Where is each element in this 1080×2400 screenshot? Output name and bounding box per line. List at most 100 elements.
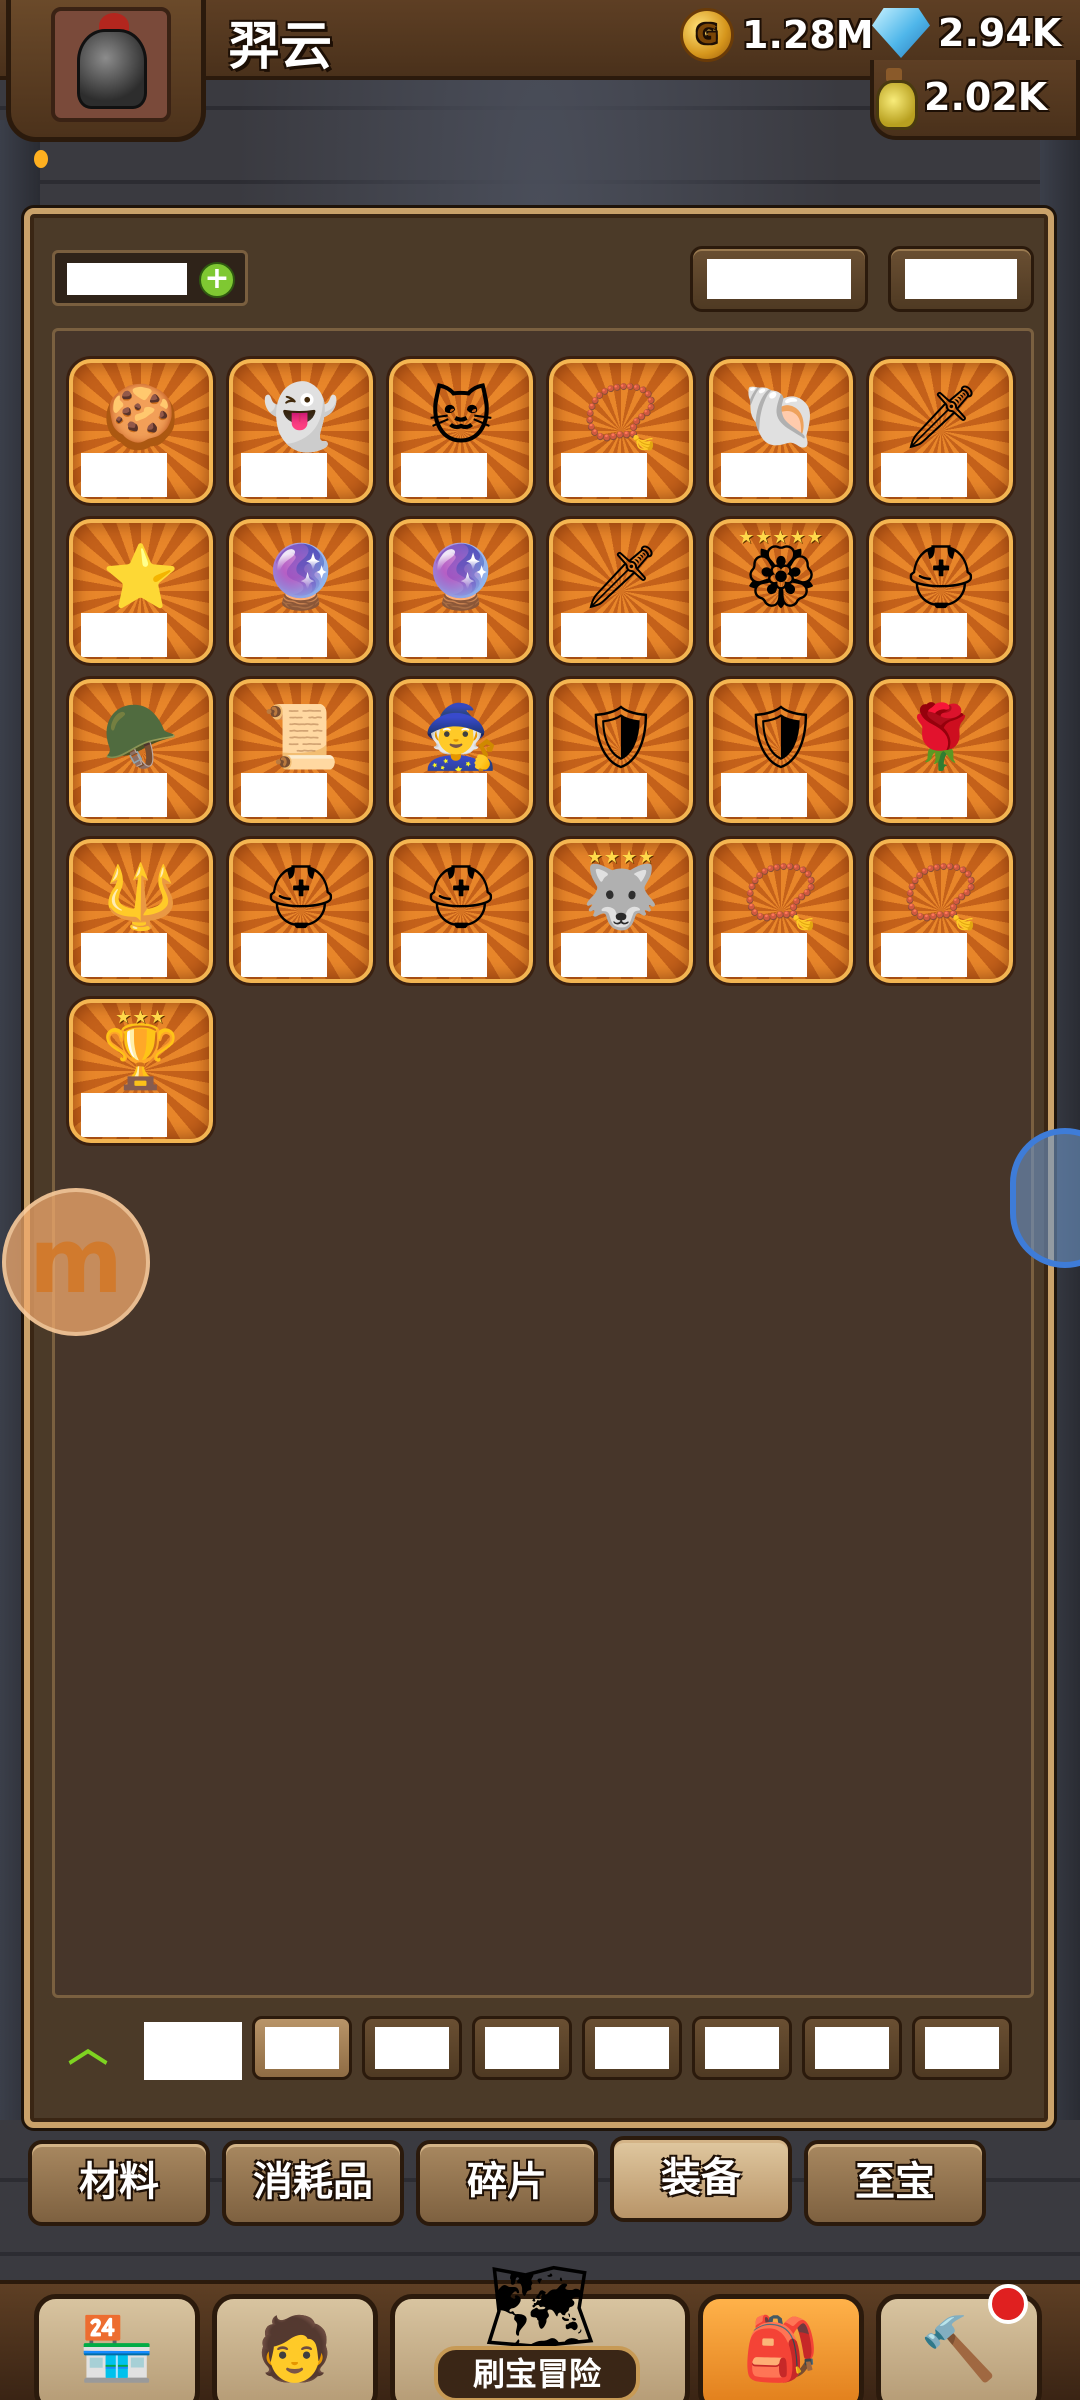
- inventory-slot[interactable]: 🍪: [69, 359, 213, 503]
- item-level-tag: [561, 453, 647, 497]
- inventory-slot[interactable]: 🐺 ★★★★: [549, 839, 693, 983]
- inventory-slot[interactable]: 🐚: [709, 359, 853, 503]
- search-field[interactable]: [67, 263, 187, 295]
- category-tab-3[interactable]: 装备: [610, 2136, 792, 2222]
- avatar[interactable]: [51, 7, 171, 122]
- search-box[interactable]: +: [52, 250, 248, 306]
- inventory-panel: + 🍪 👻 🐱 📿 🐚 🗡 ⭐ 🔮 🔮 🗡 🏵 ★★★★★ ⛑ 🪖 📜 🧙 🛡 🛡 🌹 🔱 ⛑ ⛑ 🐺 ★★★★ 📿 📿 🏆 ★★★ …: [24, 208, 1054, 2128]
- category-tab-0[interactable]: 材料: [28, 2140, 210, 2226]
- category-tabs: 材料 消耗品 碎片 装备 至宝: [28, 2136, 1058, 2230]
- plus-icon[interactable]: +: [199, 262, 235, 298]
- inventory-slot[interactable]: 🪖: [69, 679, 213, 823]
- inventory-slot[interactable]: 🏆 ★★★: [69, 999, 213, 1143]
- item-level-tag: [721, 453, 807, 497]
- star-rating: ★★★★: [586, 847, 656, 868]
- golden-goblet-icon: 🏆: [102, 1020, 180, 1093]
- page-tab-label: [815, 2027, 889, 2069]
- item-level-tag: [561, 773, 647, 817]
- category-tab-2[interactable]: 碎片: [416, 2140, 598, 2226]
- inventory-slot[interactable]: 📿: [869, 839, 1013, 983]
- inventory-slot[interactable]: 📜: [229, 679, 373, 823]
- gingerbread-icon: 🍪: [102, 380, 180, 453]
- page-tab-7[interactable]: [912, 2016, 1012, 2080]
- knight-helmet-icon: [77, 29, 147, 109]
- item-level-tag: [881, 933, 967, 977]
- item-level-tag: [881, 613, 967, 657]
- inventory-slot[interactable]: 🏵 ★★★★★: [709, 519, 853, 663]
- scroll-icon: 📜: [262, 700, 340, 773]
- inventory-grid: 🍪 👻 🐱 📿 🐚 🗡 ⭐ 🔮 🔮 🗡 🏵 ★★★★★ ⛑ 🪖 📜 🧙 🛡 🛡 🌹 🔱 ⛑ ⛑ 🐺 ★★★★ 📿 📿 🏆 ★★★: [52, 328, 1034, 1998]
- page-label: [144, 2022, 242, 2080]
- inventory-slot[interactable]: 📿: [709, 839, 853, 983]
- potion-value: 2.02K: [924, 75, 1048, 119]
- page-tab-label: [485, 2027, 559, 2069]
- filter-button[interactable]: [888, 246, 1034, 312]
- item-level-tag: [241, 613, 327, 657]
- gold-counter[interactable]: G 1.28M: [680, 8, 874, 62]
- knight-helmet-icon: ⛑: [421, 860, 501, 933]
- wolf-icon: 🐺: [582, 860, 660, 933]
- gem-counter[interactable]: 2.94K: [872, 8, 1061, 58]
- sort-button[interactable]: [690, 246, 868, 312]
- inventory-slot[interactable]: 🔱: [69, 839, 213, 983]
- page-tab-3[interactable]: [472, 2016, 572, 2080]
- category-tab-1[interactable]: 消耗品: [222, 2140, 404, 2226]
- amulet-icon: 📿: [582, 380, 660, 453]
- gold-value: 1.28M: [742, 13, 874, 57]
- crystal-staff-icon: 🔮: [262, 540, 340, 613]
- chevron-up-icon[interactable]: ︿: [68, 2028, 118, 2068]
- inventory-slot[interactable]: 🔮: [389, 519, 533, 663]
- inventory-slot[interactable]: ⛑: [229, 839, 373, 983]
- star-wand-icon: ⭐: [102, 540, 180, 613]
- shell-shield-icon: 🐚: [742, 380, 820, 453]
- floating-assistant-button[interactable]: m: [2, 1188, 150, 1336]
- inventory-slot[interactable]: 🛡: [709, 679, 853, 823]
- category-tab-4[interactable]: 至宝: [804, 2140, 986, 2226]
- gem-icon: [872, 8, 930, 58]
- page-tab-5[interactable]: [692, 2016, 792, 2080]
- inventory-slot[interactable]: 🔮: [229, 519, 373, 663]
- item-level-tag: [881, 453, 967, 497]
- page-bar: ︿: [52, 2014, 1042, 2086]
- inventory-slot[interactable]: 🗡: [549, 519, 693, 663]
- item-level-tag: [401, 613, 487, 657]
- player-name: 羿云: [228, 17, 333, 77]
- page-tab-label: [925, 2027, 999, 2069]
- potion-counter[interactable]: 2.02K: [872, 68, 1048, 130]
- inventory-slot[interactable]: ⛑: [389, 839, 533, 983]
- backpack-icon: 🎒: [742, 2312, 820, 2385]
- item-level-tag: [241, 773, 327, 817]
- inventory-slot[interactable]: 🌹: [869, 679, 1013, 823]
- inventory-slot[interactable]: 🗡: [869, 359, 1013, 503]
- potion-icon: [872, 68, 918, 130]
- backpack-button[interactable]: 🎒: [698, 2294, 864, 2400]
- page-tab-2[interactable]: [362, 2016, 462, 2080]
- inventory-slot[interactable]: 🧙: [389, 679, 533, 823]
- dark-armor-icon: 🛡: [581, 700, 661, 773]
- star-rating: ★★★: [115, 1007, 167, 1028]
- item-level-tag: [881, 773, 967, 817]
- item-level-tag: [401, 453, 487, 497]
- item-level-tag: [721, 613, 807, 657]
- page-tab-4[interactable]: [582, 2016, 682, 2080]
- inventory-slot[interactable]: 🐱: [389, 359, 533, 503]
- page-tab-6[interactable]: [802, 2016, 902, 2080]
- inventory-slot[interactable]: 📿: [549, 359, 693, 503]
- amulet-icon: 📿: [902, 860, 980, 933]
- avatar-frame[interactable]: [6, 0, 206, 142]
- inventory-slot[interactable]: 👻: [229, 359, 373, 503]
- crystal-staff-icon: 🔮: [422, 540, 500, 613]
- orb-staff-icon: 🏵: [741, 540, 821, 613]
- pearl-bracelet-icon: 📿: [742, 860, 820, 933]
- adventure-button[interactable]: 🗺 刷宝冒险: [390, 2248, 690, 2400]
- page-tab-label: [705, 2027, 779, 2069]
- inventory-slot[interactable]: 🛡: [549, 679, 693, 823]
- item-level-tag: [241, 933, 327, 977]
- shop-button[interactable]: 🏪: [34, 2294, 200, 2400]
- blue-armor-icon: 🛡: [741, 700, 821, 773]
- item-level-tag: [81, 453, 167, 497]
- page-tab-1[interactable]: [252, 2016, 352, 2080]
- inventory-slot[interactable]: ⛑: [869, 519, 1013, 663]
- hero-button[interactable]: 🧑: [212, 2294, 378, 2400]
- inventory-slot[interactable]: ⭐: [69, 519, 213, 663]
